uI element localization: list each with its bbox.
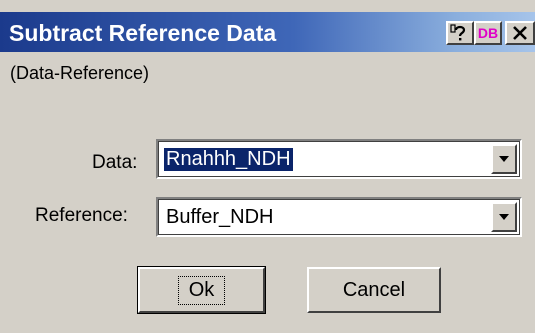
operation-subtitle: (Data-Reference) [10, 63, 150, 83]
reference-label: Reference: [35, 205, 128, 226]
data-dropdown-button[interactable] [491, 144, 517, 174]
close-icon [513, 26, 527, 40]
data-selected-value[interactable]: Rnahhh_NDH [164, 148, 293, 171]
reference-selected-value[interactable]: Buffer_NDH [164, 206, 275, 229]
reference-dropdown-button[interactable] [491, 202, 517, 232]
chevron-down-icon [499, 156, 509, 162]
help-question-icon [450, 24, 466, 41]
ok-button-label: Ok [177, 275, 226, 305]
db-icon: DB [477, 25, 499, 41]
reference-dropdown[interactable]: Buffer_NDH [156, 197, 522, 237]
db-button[interactable]: DB [474, 21, 502, 45]
window-title: Subtract Reference Data [9, 20, 277, 46]
title-bar[interactable]: Subtract Reference Data DB [0, 12, 535, 52]
data-label: Data: [92, 152, 138, 173]
cancel-button[interactable]: Cancel [307, 267, 441, 313]
close-button[interactable] [505, 21, 535, 45]
chevron-down-icon [499, 214, 509, 220]
data-dropdown[interactable]: Rnahhh_NDH [156, 139, 522, 179]
dialog-window: Subtract Reference Data DB (Data-Referen… [0, 0, 535, 333]
help-button[interactable] [446, 21, 474, 45]
ok-button[interactable]: Ok [137, 266, 266, 314]
